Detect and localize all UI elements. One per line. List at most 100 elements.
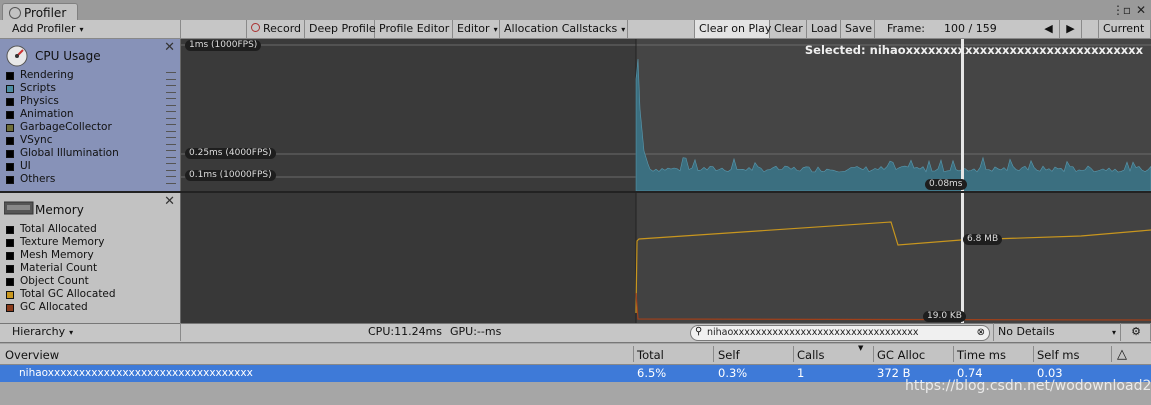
legend-swatch[interactable] xyxy=(6,225,14,234)
row-name: nihaoxxxxxxxxxxxxxxxxxxxxxxxxxxxxxxxxx xyxy=(19,367,253,379)
legend-item[interactable]: Rendering xyxy=(6,69,74,82)
deep-profile-button[interactable]: Deep Profile xyxy=(305,20,376,38)
tab-profiler[interactable]: Profiler xyxy=(2,3,78,21)
legend-label: Mesh Memory xyxy=(20,249,94,261)
profile-editor-button[interactable]: Profile Editor xyxy=(375,20,453,38)
gc-alloc-value: 19.0 KB xyxy=(923,311,966,322)
profiler-tab-icon xyxy=(9,6,21,19)
legend-item[interactable]: GarbageCollector xyxy=(6,121,112,134)
legend-swatch[interactable] xyxy=(6,97,14,106)
save-button[interactable]: Save xyxy=(841,20,875,38)
column-divider xyxy=(1111,346,1112,362)
record-icon xyxy=(251,23,260,32)
column-calls[interactable]: Calls xyxy=(797,346,824,364)
legend-swatch[interactable] xyxy=(6,71,14,80)
column-time-ms[interactable]: Time ms xyxy=(957,346,1006,364)
legend-item[interactable]: Material Count xyxy=(6,262,97,275)
column-divider xyxy=(633,346,634,362)
drag-handle-icon[interactable] xyxy=(166,98,176,106)
legend-swatch[interactable] xyxy=(6,251,14,260)
legend-item[interactable]: UI xyxy=(6,160,31,173)
column-gc-alloc[interactable]: GC Alloc xyxy=(877,346,925,364)
settings-gear-button[interactable]: ⚙ xyxy=(1122,323,1151,341)
allocation-callstacks-dropdown[interactable]: Allocation Callstacks xyxy=(500,20,628,38)
legend-swatch[interactable] xyxy=(6,123,14,132)
column-self-ms[interactable]: Self ms xyxy=(1037,346,1079,364)
drag-handle-icon[interactable] xyxy=(166,163,176,171)
cpu-usage-panel[interactable]: CPU Usage ✕ Rendering Scripts Physics Anima… xyxy=(0,39,181,191)
editor-target-dropdown[interactable]: Editor xyxy=(453,20,500,38)
legend-swatch[interactable] xyxy=(6,238,14,247)
legend-label: Scripts xyxy=(20,82,56,94)
row-calls: 1 xyxy=(797,366,805,380)
previous-frame-button[interactable]: ◀ xyxy=(1038,20,1060,38)
search-input[interactable]: nihaoxxxxxxxxxxxxxxxxxxxxxxxxxxxxxxxxx xyxy=(707,326,969,340)
drag-handle-icon[interactable] xyxy=(166,85,176,93)
column-divider xyxy=(1033,346,1034,362)
cpu-usage-graph[interactable]: 1ms (1000FPS) 0.25ms (4000FPS) 0.1ms (10… xyxy=(181,39,1151,191)
current-frame-button[interactable]: Current xyxy=(1098,20,1151,38)
close-memory-panel-icon[interactable]: ✕ xyxy=(164,194,175,209)
close-cpu-panel-icon[interactable]: ✕ xyxy=(164,40,175,55)
clear-button[interactable]: Clear xyxy=(770,20,807,38)
column-overview[interactable]: Overview xyxy=(5,346,59,364)
record-button[interactable]: Record xyxy=(246,20,305,38)
load-button[interactable]: Load xyxy=(807,20,841,38)
search-field[interactable]: ⚲ nihaoxxxxxxxxxxxxxxxxxxxxxxxxxxxxxxxxx… xyxy=(690,325,990,341)
clear-search-icon[interactable]: ⊗ xyxy=(977,326,985,340)
row-total: 6.5% xyxy=(637,366,667,380)
legend-item[interactable]: Total GC Allocated xyxy=(6,288,116,301)
legend-swatch[interactable] xyxy=(6,277,14,286)
legend-item[interactable]: GC Allocated xyxy=(6,301,88,314)
legend-swatch[interactable] xyxy=(6,264,14,273)
drag-handle-icon[interactable] xyxy=(166,124,176,132)
legend-swatch[interactable] xyxy=(6,175,14,184)
legend-label: Total GC Allocated xyxy=(20,288,116,300)
legend-item[interactable]: Others xyxy=(6,173,55,186)
details-dropdown[interactable]: No Details xyxy=(993,323,1121,341)
close-icon[interactable]: ✕ xyxy=(1134,3,1148,17)
legend-swatch[interactable] xyxy=(6,136,14,145)
column-self[interactable]: Self xyxy=(718,346,740,364)
memory-panel[interactable]: Memory ✕ Total Allocated Texture Memory Me… xyxy=(0,193,181,323)
legend-label: UI xyxy=(20,160,31,172)
legend-swatch[interactable] xyxy=(6,149,14,158)
legend-label: Animation xyxy=(20,108,74,120)
memory-graph-canvas xyxy=(181,193,1151,323)
drag-handle-icon[interactable] xyxy=(166,176,176,184)
tab-bar xyxy=(0,0,1151,21)
selected-frame-cursor[interactable] xyxy=(961,39,964,191)
legend-item[interactable]: Physics xyxy=(6,95,59,108)
memory-title: Memory xyxy=(35,203,84,217)
legend-swatch[interactable] xyxy=(6,162,14,171)
legend-swatch[interactable] xyxy=(6,303,14,312)
legend-item[interactable]: Animation xyxy=(6,108,74,121)
legend-item[interactable]: Mesh Memory xyxy=(6,249,94,262)
next-frame-button[interactable]: ▶ xyxy=(1060,20,1082,38)
legend-item[interactable]: Object Count xyxy=(6,275,89,288)
column-total[interactable]: Total xyxy=(637,346,664,364)
legend-label: GarbageCollector xyxy=(20,121,112,133)
legend-item[interactable]: Global Illumination xyxy=(6,147,119,160)
drag-handle-icon[interactable] xyxy=(166,150,176,158)
add-profiler-dropdown[interactable]: Add Profiler xyxy=(0,20,181,38)
legend-item[interactable]: Scripts xyxy=(6,82,56,95)
legend-item[interactable]: Texture Memory xyxy=(6,236,104,249)
drag-handle-icon[interactable] xyxy=(166,111,176,119)
selected-frame-cursor[interactable] xyxy=(961,193,964,323)
legend-label: Others xyxy=(20,173,56,185)
view-mode-dropdown[interactable]: Hierarchy xyxy=(0,323,181,341)
memory-graph[interactable]: 6.8 MB 19.0 KB xyxy=(181,193,1151,323)
drag-handle-icon[interactable] xyxy=(166,137,176,145)
maximize-icon[interactable]: ▫ xyxy=(1120,3,1134,17)
legend-swatch[interactable] xyxy=(6,290,14,299)
legend-item[interactable]: Total Allocated xyxy=(6,223,97,236)
legend-swatch[interactable] xyxy=(6,110,14,119)
cpu-time: CPU:11.24ms xyxy=(368,325,443,338)
gpu-time: GPU:--ms xyxy=(450,325,502,338)
drag-handle-icon[interactable] xyxy=(166,72,176,80)
clear-on-play-toggle[interactable]: Clear on Play xyxy=(694,20,771,38)
legend-item[interactable]: VSync xyxy=(6,134,53,147)
warning-icon[interactable]: △ xyxy=(1117,346,1127,364)
legend-swatch[interactable] xyxy=(6,84,14,93)
